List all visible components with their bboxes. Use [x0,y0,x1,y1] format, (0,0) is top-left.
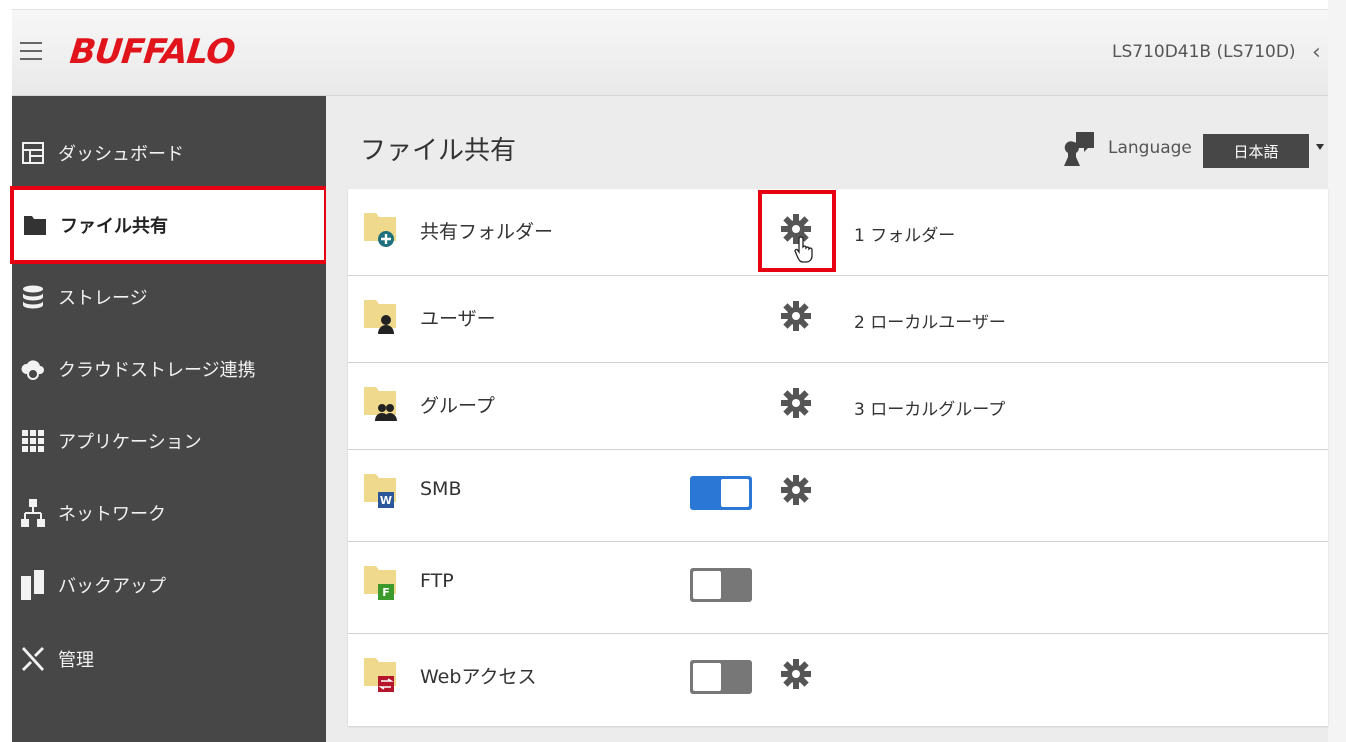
row-label: SMB [420,478,462,500]
sidebar-item-label: ファイル共有 [60,216,168,237]
sidebar-item-label: アプリケーション [58,432,202,453]
dashboard-icon [20,140,46,166]
hand-cursor-icon [794,235,816,267]
folder-web-icon [364,654,400,692]
smb-toggle[interactable] [690,476,752,510]
folder-user-icon [364,296,400,334]
language-icon [1064,132,1096,172]
folder-icon [22,212,48,238]
sidebar-item-file-sharing[interactable]: ファイル共有 [10,186,328,264]
sidebar-item-label: 管理 [58,650,94,671]
sidebar-item-label: クラウドストレージ連携 [58,360,256,381]
svg-text:F: F [382,586,390,599]
sidebar-item-label: ダッシュボード [58,144,184,165]
main-content: ファイル共有 Language 日本語 共有フォルダー 1 フォルダー ユーザー… [326,96,1328,742]
sidebar: ダッシュボード ファイル共有 ストレージ クラウドストレージ連携 アプリケーショ… [10,96,328,742]
sidebar-item-network[interactable]: ネットワーク [12,482,326,544]
sidebar-item-label: バックアップ [58,576,166,597]
language-label: Language [1108,138,1192,158]
sidebar-item-label: ストレージ [58,288,148,309]
row-label: FTP [420,570,454,592]
row-label: ユーザー [420,308,496,330]
list-item-web-access[interactable]: Webアクセス [348,634,1328,726]
sidebar-item-label: ネットワーク [58,504,166,525]
gear-icon[interactable] [780,658,812,690]
folder-smb-icon: W [364,470,400,508]
grid-icon [20,428,46,454]
row-info: 2 ローカルユーザー [854,313,1006,333]
window-edge [1328,0,1346,742]
ftp-toggle[interactable] [690,568,752,602]
list-item-groups[interactable]: グループ 3 ローカルグループ [348,363,1328,450]
web-access-toggle[interactable] [690,660,752,694]
row-info: 3 ローカルグループ [854,400,1006,420]
chevron-left-icon[interactable]: ‹ [1312,40,1321,65]
row-label: Webアクセス [420,666,537,688]
top-strip [12,0,1328,10]
sidebar-item-dashboard[interactable]: ダッシュボード [12,122,326,184]
row-info: 1 フォルダー [854,226,956,246]
backup-icon [20,570,46,600]
network-icon [20,499,46,527]
app-header: BUFFALO LS710D41B (LS710D) ‹ [12,10,1328,96]
language-select[interactable]: 日本語 [1203,134,1309,168]
database-icon [20,284,46,310]
list-item-shared-folders[interactable]: 共有フォルダー 1 フォルダー [348,189,1328,276]
hamburger-menu-icon[interactable] [20,42,42,60]
gear-icon[interactable] [780,474,812,506]
sidebar-item-storage[interactable]: ストレージ [12,266,326,328]
row-label: グループ [420,395,495,417]
page-title: ファイル共有 [360,136,517,166]
sidebar-item-applications[interactable]: アプリケーション [12,410,326,472]
list-item-smb[interactable]: W SMB [348,450,1328,542]
settings-list: 共有フォルダー 1 フォルダー ユーザー 2 ローカルユーザー グループ 3 ロ… [348,189,1328,726]
row-label: 共有フォルダー [420,221,554,243]
list-item-users[interactable]: ユーザー 2 ローカルユーザー [348,276,1328,363]
sidebar-item-cloud-storage[interactable]: クラウドストレージ連携 [12,338,326,400]
folder-group-icon [364,383,400,421]
svg-text:W: W [380,494,392,507]
tools-icon [20,646,46,672]
sidebar-item-management[interactable]: 管理 [12,628,326,690]
gear-icon[interactable] [780,387,812,419]
cloud-icon [20,356,46,382]
folder-plus-icon [364,209,400,247]
caret-down-icon[interactable] [1316,144,1324,150]
device-name: LS710D41B (LS710D) [1112,42,1296,62]
list-item-ftp[interactable]: F FTP [348,542,1328,634]
buffalo-logo: BUFFALO [67,32,237,72]
sidebar-item-backup[interactable]: バックアップ [12,554,326,616]
folder-ftp-icon: F [364,562,400,600]
gear-icon[interactable] [780,300,812,332]
